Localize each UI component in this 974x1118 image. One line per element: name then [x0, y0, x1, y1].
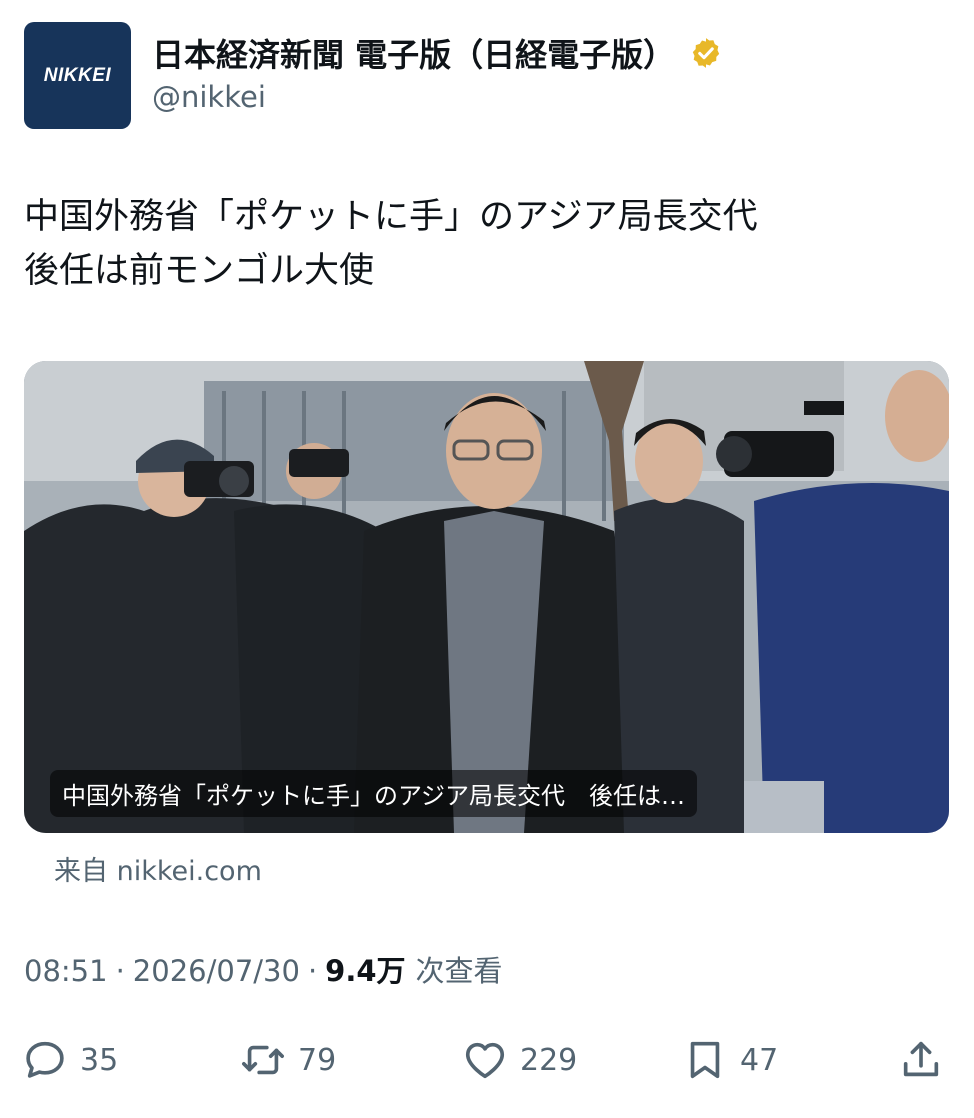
avatar[interactable]: NIKKEI	[24, 22, 131, 129]
account-handle[interactable]: @nikkei	[152, 80, 266, 114]
reply-count: 35	[80, 1042, 119, 1078]
share-icon	[903, 1041, 939, 1077]
bookmark-button[interactable]: 47	[682, 1030, 778, 1090]
bookmark-icon	[690, 1041, 720, 1079]
like-count: 229	[520, 1042, 578, 1078]
author-name-row[interactable]: 日本経済新聞 電子版（日経電子版）	[152, 30, 723, 76]
retweet-count: 79	[298, 1042, 337, 1078]
verified-badge-icon[interactable]	[689, 36, 723, 70]
card-source-link[interactable]: 来自 nikkei.com	[54, 849, 262, 888]
retweet-button[interactable]: 79	[240, 1030, 336, 1090]
retweet-icon	[242, 1045, 284, 1075]
share-button[interactable]	[898, 1030, 944, 1090]
heart-icon	[465, 1042, 505, 1079]
views-label: 次查看	[415, 954, 503, 988]
tweet-time[interactable]: 08:51	[24, 954, 108, 988]
action-bar: 35 79 229 47	[22, 1030, 952, 1090]
views-count: 9.4万	[325, 954, 406, 988]
tweet-text-line: 中国外務省「ポケットに手」のアジア局長交代	[24, 197, 758, 237]
link-card[interactable]: 中国外務省「ポケットに手」のアジア局長交代 後任は…	[24, 361, 949, 833]
tweet-meta: 08:51 · 2026/07/30 · 9.4万 次查看	[24, 948, 503, 990]
meta-separator: ·	[307, 954, 318, 988]
tweet-text: 中国外務省「ポケットに手」のアジア局長交代 後任は前モンゴル大使	[24, 190, 954, 298]
tweet-text-line: 後任は前モンゴル大使	[24, 251, 375, 291]
like-button[interactable]: 229	[462, 1030, 577, 1090]
tweet-date[interactable]: 2026/07/30	[133, 954, 300, 988]
card-title-overlay: 中国外務省「ポケットに手」のアジア局長交代 後任は…	[50, 770, 698, 817]
avatar-logo-text: NIKKEI	[43, 64, 112, 86]
reply-button[interactable]: 35	[22, 1030, 118, 1090]
card-photo	[24, 361, 949, 833]
bookmark-count: 47	[740, 1042, 779, 1078]
meta-separator: ·	[115, 954, 125, 988]
display-name[interactable]: 日本経済新聞 電子版（日経電子版）	[152, 30, 675, 76]
reply-icon	[26, 1041, 64, 1078]
